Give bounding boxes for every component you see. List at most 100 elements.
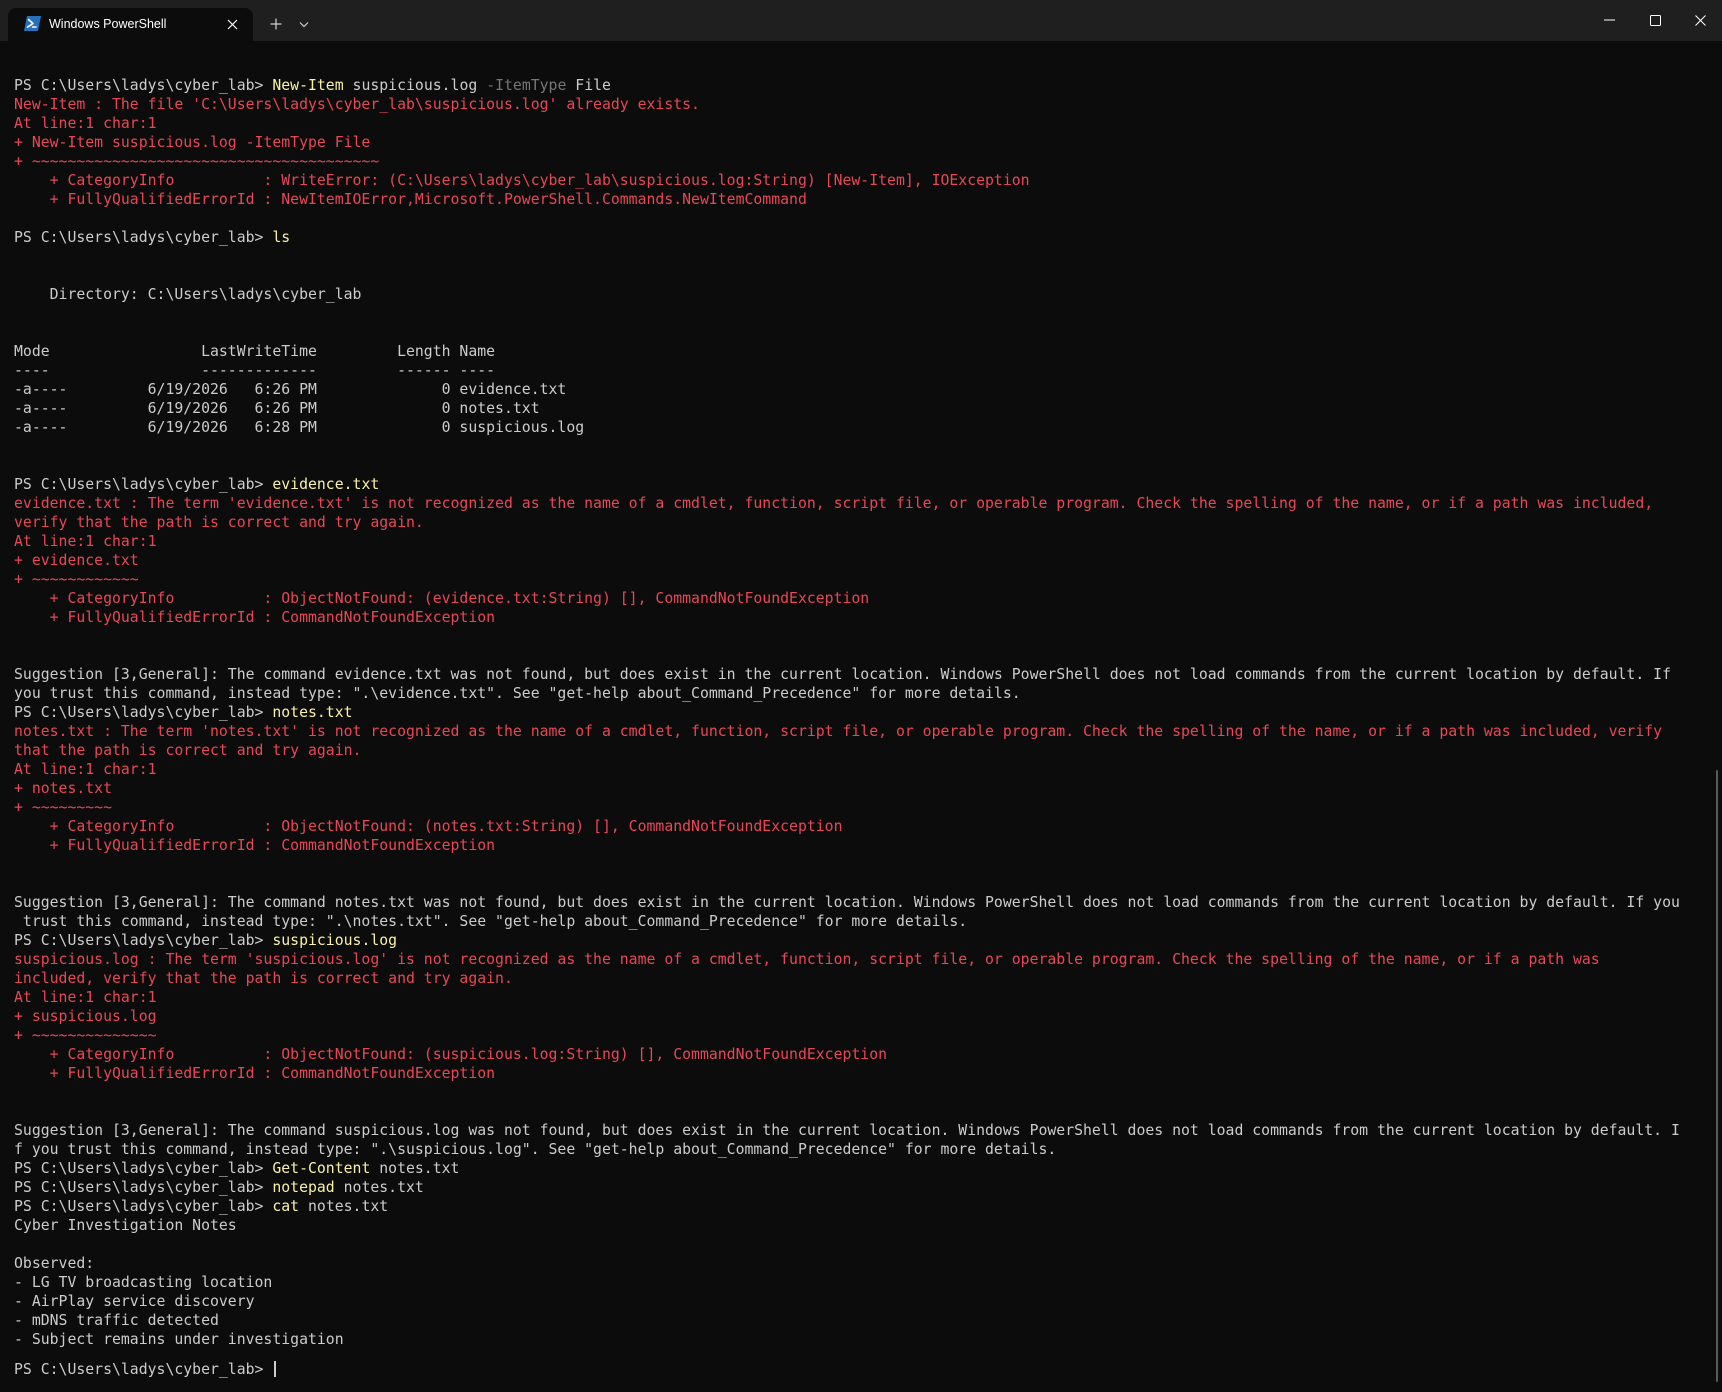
output-text: notes.txt	[370, 1160, 460, 1177]
powershell-icon	[24, 16, 41, 31]
command-text: notepad	[272, 1179, 335, 1196]
text-cursor[interactable]	[274, 1361, 276, 1377]
terminal-line: evidence.txt : The term 'evidence.txt' i…	[14, 494, 1714, 513]
output-text: Observed:	[14, 1255, 95, 1272]
prompt-text: PS C:\Users\ladys\cyber_lab>	[14, 1361, 273, 1378]
error-text: + ~~~~~~~~~~~~~~	[14, 1027, 157, 1044]
error-text: + CategoryInfo : WriteError: (C:\Users\l…	[14, 172, 1030, 189]
output-text: - LG TV broadcasting location	[14, 1274, 273, 1291]
error-text: suspicious.log : The term 'suspicious.lo…	[14, 951, 1600, 968]
terminal-line: f you trust this command, instead type: …	[14, 1140, 1714, 1159]
output-text: notes.txt	[334, 1179, 424, 1196]
output-text: File	[566, 77, 611, 94]
error-text: evidence.txt : The term 'evidence.txt' i…	[14, 495, 1654, 512]
error-text: + FullyQualifiedErrorId : CommandNotFoun…	[14, 837, 496, 854]
output-text: Suggestion [3,General]: The command susp…	[14, 1122, 1680, 1139]
powershell-window: Windows PowerShell PS C:\Users\ladys\cyb…	[0, 0, 1722, 1392]
chevron-down-icon	[299, 21, 309, 27]
terminal-line: + CategoryInfo : ObjectNotFound: (suspic…	[14, 1045, 1714, 1064]
output-text: PS C:\Users\ladys\cyber_lab>	[14, 229, 273, 246]
close-window-button[interactable]	[1678, 0, 1722, 40]
terminal-line: trust this command, instead type: ".\not…	[14, 912, 1714, 931]
output-text: - AirPlay service discovery	[14, 1293, 255, 1310]
terminal-line: At line:1 char:1	[14, 988, 1714, 1007]
close-tab-button[interactable]	[222, 14, 242, 34]
output-text: notes.txt	[299, 1198, 389, 1215]
output-text: PS C:\Users\ladys\cyber_lab>	[14, 476, 273, 493]
terminal-line: -a---- 6/19/2026 6:26 PM 0 notes.txt	[14, 399, 1714, 418]
output-text: Cyber Investigation Notes	[14, 1217, 237, 1234]
error-text: included, verify that the path is correc…	[14, 970, 513, 987]
terminal-line: Suggestion [3,General]: The command note…	[14, 893, 1714, 912]
close-icon	[1694, 14, 1706, 26]
terminal-line: At line:1 char:1	[14, 760, 1714, 779]
terminal-line: + CategoryInfo : ObjectNotFound: (eviden…	[14, 589, 1714, 608]
error-text: notes.txt : The term 'notes.txt' is not …	[14, 723, 1663, 740]
minimize-button[interactable]	[1586, 0, 1632, 40]
terminal-output[interactable]: PS C:\Users\ladys\cyber_lab> New-Item su…	[14, 76, 1714, 1386]
terminal-line: PS C:\Users\ladys\cyber_lab> ls	[14, 228, 1714, 247]
maximize-button[interactable]	[1632, 0, 1678, 40]
output-text: PS C:\Users\ladys\cyber_lab>	[14, 1198, 273, 1215]
terminal-line: suspicious.log : The term 'suspicious.lo…	[14, 950, 1714, 969]
terminal-line: + evidence.txt	[14, 551, 1714, 570]
terminal-line: + FullyQualifiedErrorId : NewItemIOError…	[14, 190, 1714, 209]
tab-title: Windows PowerShell	[49, 17, 167, 31]
command-text: notes.txt	[272, 704, 353, 721]
output-text: Suggestion [3,General]: The command note…	[14, 894, 1680, 911]
terminal-line: PS C:\Users\ladys\cyber_lab> notes.txt	[14, 703, 1714, 722]
terminal-line: you trust this command, instead type: ".…	[14, 684, 1714, 703]
output-text: ---- ------------- ------ ----	[14, 362, 496, 379]
terminal-line: + ~~~~~~~~~~~~~~	[14, 1026, 1714, 1045]
terminal-line: Directory: C:\Users\ladys\cyber_lab	[14, 285, 1714, 304]
terminal-line: + notes.txt	[14, 779, 1714, 798]
output-text: PS C:\Users\ladys\cyber_lab>	[14, 1179, 273, 1196]
output-text: Mode LastWriteTime Length Name	[14, 343, 496, 360]
plus-icon	[270, 18, 282, 30]
new-tab-button[interactable]	[263, 12, 289, 36]
title-bar[interactable]: Windows PowerShell	[0, 0, 1722, 41]
error-text: At line:1 char:1	[14, 761, 157, 778]
terminal-line: -a---- 6/19/2026 6:28 PM 0 suspicious.lo…	[14, 418, 1714, 437]
error-text: + FullyQualifiedErrorId : NewItemIOError…	[14, 191, 807, 208]
terminal-line: New-Item : The file 'C:\Users\ladys\cybe…	[14, 95, 1714, 114]
terminal-line: that the path is correct and try again.	[14, 741, 1714, 760]
error-text: + ~~~~~~~~~	[14, 799, 112, 816]
output-text: you trust this command, instead type: ".…	[14, 685, 1021, 702]
terminal-line: PS C:\Users\ladys\cyber_lab> New-Item su…	[14, 76, 1714, 95]
parameter-text: -ItemType	[486, 77, 567, 94]
output-text: PS C:\Users\ladys\cyber_lab>	[14, 1160, 273, 1177]
terminal-line: - AirPlay service discovery	[14, 1292, 1714, 1311]
scrollbar[interactable]	[1716, 770, 1718, 1382]
terminal-line: + ~~~~~~~~~	[14, 798, 1714, 817]
error-text: At line:1 char:1	[14, 115, 157, 132]
output-text: - Subject remains under investigation	[14, 1331, 344, 1348]
tab-windows-powershell[interactable]: Windows PowerShell	[8, 8, 253, 41]
command-text: evidence.txt	[272, 476, 380, 493]
terminal-line: -a---- 6/19/2026 6:26 PM 0 evidence.txt	[14, 380, 1714, 399]
error-text: At line:1 char:1	[14, 533, 157, 550]
error-text: + FullyQualifiedErrorId : CommandNotFoun…	[14, 609, 496, 626]
output-text: - mDNS traffic detected	[14, 1312, 219, 1329]
error-text: that the path is correct and try again.	[14, 742, 362, 759]
terminal-line: Suggestion [3,General]: The command susp…	[14, 1121, 1714, 1140]
terminal-line: Mode LastWriteTime Length Name	[14, 342, 1714, 361]
terminal-line: + suspicious.log	[14, 1007, 1714, 1026]
terminal-line: At line:1 char:1	[14, 532, 1714, 551]
terminal-line: Observed:	[14, 1254, 1714, 1273]
terminal-line: + New-Item suspicious.log -ItemType File	[14, 133, 1714, 152]
terminal-line: PS C:\Users\ladys\cyber_lab> notepad not…	[14, 1178, 1714, 1197]
tab-dropdown-button[interactable]	[292, 12, 316, 36]
terminal-line: Suggestion [3,General]: The command evid…	[14, 665, 1714, 684]
prompt-line[interactable]: PS C:\Users\ladys\cyber_lab>	[14, 1360, 276, 1379]
close-icon	[227, 19, 237, 29]
